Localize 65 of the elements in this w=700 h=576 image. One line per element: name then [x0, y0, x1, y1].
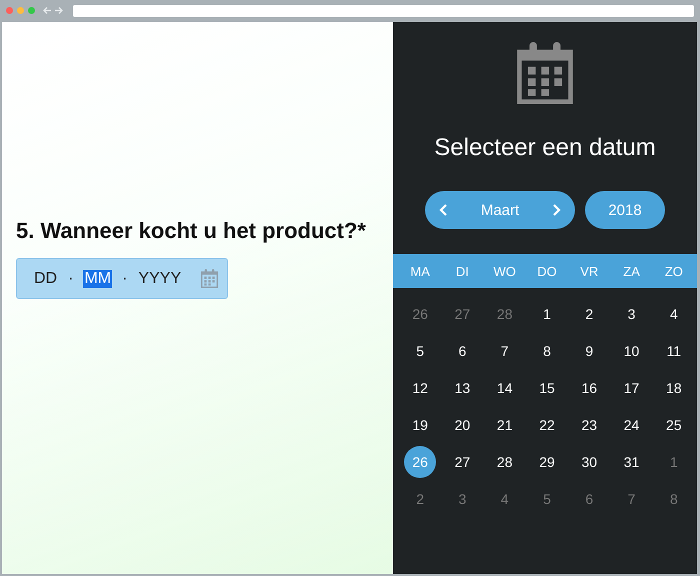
- calendar-day[interactable]: 20: [446, 408, 478, 440]
- weekday-label: WO: [494, 264, 516, 278]
- calendar-day[interactable]: 5: [404, 334, 436, 366]
- calendar-day[interactable]: 12: [404, 372, 436, 404]
- calendar-day[interactable]: 15: [530, 372, 563, 404]
- calendar-day[interactable]: 7: [488, 334, 521, 366]
- calendar-day[interactable]: 31: [616, 446, 648, 478]
- calendar-day[interactable]: 23: [573, 408, 606, 440]
- calendar-day[interactable]: 8: [658, 482, 690, 514]
- calendar-icon: [200, 269, 219, 288]
- back-arrow-icon[interactable]: [43, 7, 51, 14]
- calendar-day[interactable]: 30: [573, 446, 606, 478]
- calendar-day[interactable]: 1: [658, 446, 690, 478]
- calendar-day[interactable]: 8: [530, 334, 563, 366]
- calendar-day[interactable]: 13: [446, 372, 478, 404]
- date-segment[interactable]: YYYY: [137, 270, 182, 288]
- date-input-field[interactable]: DD · MM · YYYY: [16, 258, 228, 299]
- calendar-day[interactable]: 29: [530, 446, 563, 478]
- calendar-day[interactable]: 11: [658, 334, 690, 366]
- weekday-label: ZO: [664, 264, 683, 278]
- forward-arrow-icon[interactable]: [55, 7, 63, 14]
- calendar-day[interactable]: 26: [404, 298, 436, 330]
- calendar-day[interactable]: 18: [658, 372, 690, 404]
- calendar-day[interactable]: 22: [530, 408, 563, 440]
- calendar-day[interactable]: 24: [616, 408, 648, 440]
- calendar-day[interactable]: 28: [488, 446, 521, 478]
- calendar-day[interactable]: 2: [573, 298, 606, 330]
- weekday-label: MA: [410, 264, 430, 278]
- window-control-dot[interactable]: [28, 7, 35, 14]
- calendar-day[interactable]: 2: [404, 482, 436, 514]
- calendar-day[interactable]: 10: [616, 334, 648, 366]
- date-segment[interactable]: MM: [83, 270, 112, 288]
- separator-dot: ·: [68, 270, 74, 288]
- month-label: Maart: [480, 202, 520, 218]
- calendar-day[interactable]: 16: [573, 372, 606, 404]
- question-title: 5. Wanneer kocht u het product?*: [16, 218, 367, 244]
- calendar-day[interactable]: 9: [573, 334, 606, 366]
- window-control-dot[interactable]: [6, 7, 13, 14]
- calendar-day[interactable]: 4: [488, 482, 521, 514]
- calendar-day[interactable]: 17: [616, 372, 648, 404]
- date-segment[interactable]: DD: [33, 270, 58, 288]
- address-bar[interactable]: [73, 4, 694, 16]
- calendar-day[interactable]: 3: [446, 482, 478, 514]
- separator-dot: ·: [122, 270, 128, 288]
- calendar-day[interactable]: 6: [573, 482, 606, 514]
- calendar-day[interactable]: 19: [404, 408, 436, 440]
- calendar-day[interactable]: 4: [658, 298, 690, 330]
- window-control-dot[interactable]: [17, 7, 24, 14]
- calendar-icon: [514, 42, 576, 104]
- calendar-day[interactable]: 25: [658, 408, 690, 440]
- weekday-label: DI: [456, 264, 469, 278]
- picker-title: Selecteer een datum: [434, 134, 656, 162]
- calendar-day[interactable]: 27: [446, 446, 478, 478]
- calendar-day[interactable]: 6: [446, 334, 478, 366]
- weekday-label: ZA: [623, 264, 640, 278]
- weekday-label: DO: [537, 264, 557, 278]
- calendar-day[interactable]: 1: [530, 298, 563, 330]
- calendar-day[interactable]: 27: [446, 298, 478, 330]
- calendar-day[interactable]: 7: [616, 482, 648, 514]
- calendar-day[interactable]: 3: [616, 298, 648, 330]
- calendar-day[interactable]: 28: [488, 298, 521, 330]
- calendar-day[interactable]: 14: [488, 372, 521, 404]
- weekday-label: VR: [580, 264, 598, 278]
- calendar-day[interactable]: 21: [488, 408, 521, 440]
- calendar-day[interactable]: 5: [530, 482, 563, 514]
